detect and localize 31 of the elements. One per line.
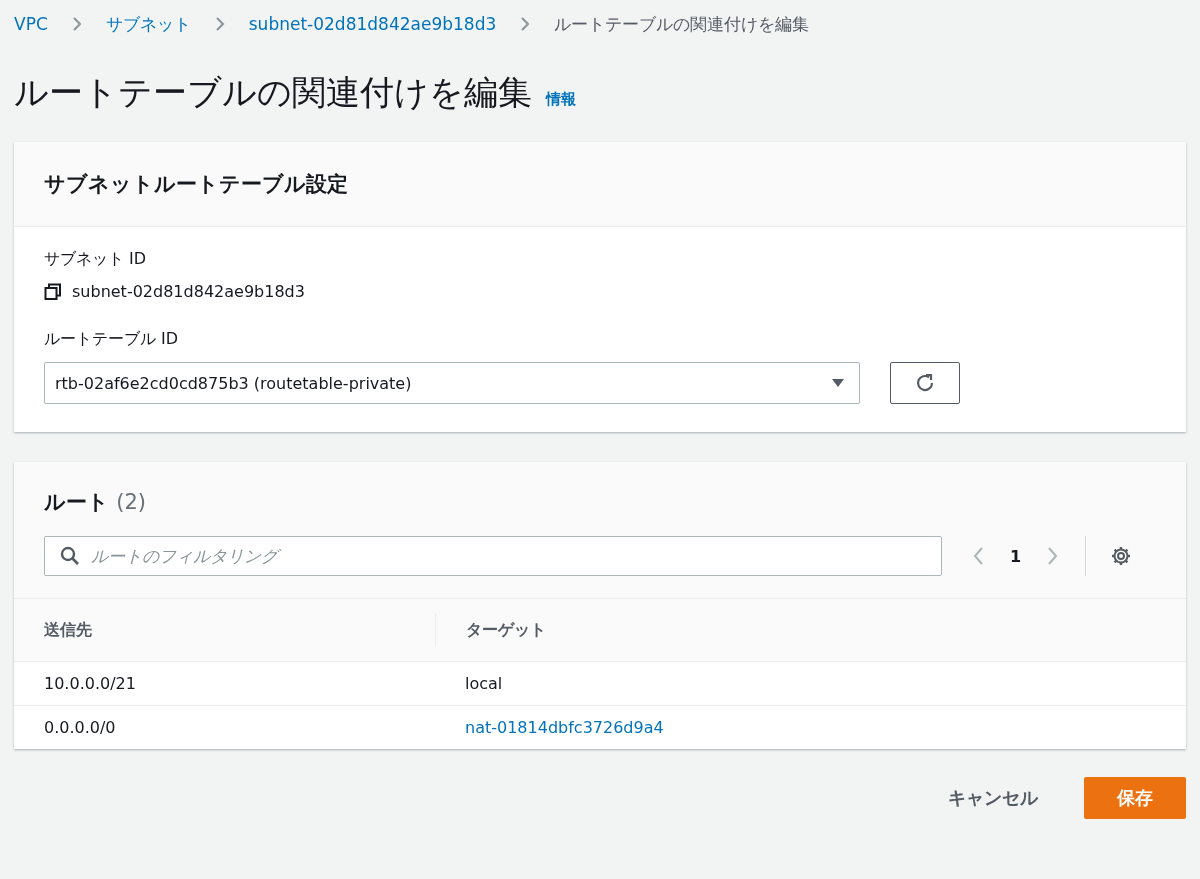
field-label: サブネット ID	[44, 249, 148, 270]
cancel-button[interactable]: キャンセル	[928, 778, 1058, 818]
column-header[interactable]: ターゲット	[436, 619, 546, 641]
chevron-right-icon	[520, 16, 531, 32]
page-number[interactable]: 1	[1010, 546, 1022, 566]
breadcrumb-link[interactable]: サブネット	[105, 12, 191, 36]
target-link[interactable]: nat-01814dbfc3726d9a4	[465, 718, 664, 737]
table-cell: 10.0.0.0/21	[44, 674, 136, 693]
route-count: (2)	[116, 490, 147, 514]
column-header[interactable]: 送信先	[14, 613, 436, 647]
refresh-icon	[914, 372, 936, 394]
field-label: ルートテーブル ID	[44, 329, 180, 350]
settings-icon[interactable]	[1110, 545, 1133, 567]
table-cell: 0.0.0.0/0	[44, 718, 116, 737]
refresh-button[interactable]	[890, 362, 960, 404]
info-link[interactable]: 情報	[546, 90, 576, 109]
search-field[interactable]: ルートのフィルタリング	[44, 536, 942, 576]
chevron-right-icon	[71, 16, 82, 32]
card-title: ルート	[44, 490, 109, 514]
breadcrumb-current: ルートテーブルの関連付けを編集	[554, 12, 810, 36]
page-title: ルートテーブルの関連付けを編集	[14, 71, 532, 114]
subnet-id: subnet-02d81d842ae9b18d3	[72, 282, 305, 301]
table-cell: local	[465, 674, 503, 693]
breadcrumb-link[interactable]: VPC	[14, 14, 48, 34]
copy-icon[interactable]	[44, 282, 62, 301]
save-button[interactable]: 保存	[1084, 777, 1186, 819]
chevron-right-icon	[214, 16, 225, 32]
card-title: サブネットルートテーブル設定	[44, 171, 348, 198]
route-table-select[interactable]: rtb-02af6e2cd0cd875b3 (routetable-private)	[44, 362, 860, 404]
caret-down-icon	[831, 378, 845, 388]
breadcrumb-link[interactable]: subnet-02d81d842ae9b18d3	[248, 14, 497, 34]
